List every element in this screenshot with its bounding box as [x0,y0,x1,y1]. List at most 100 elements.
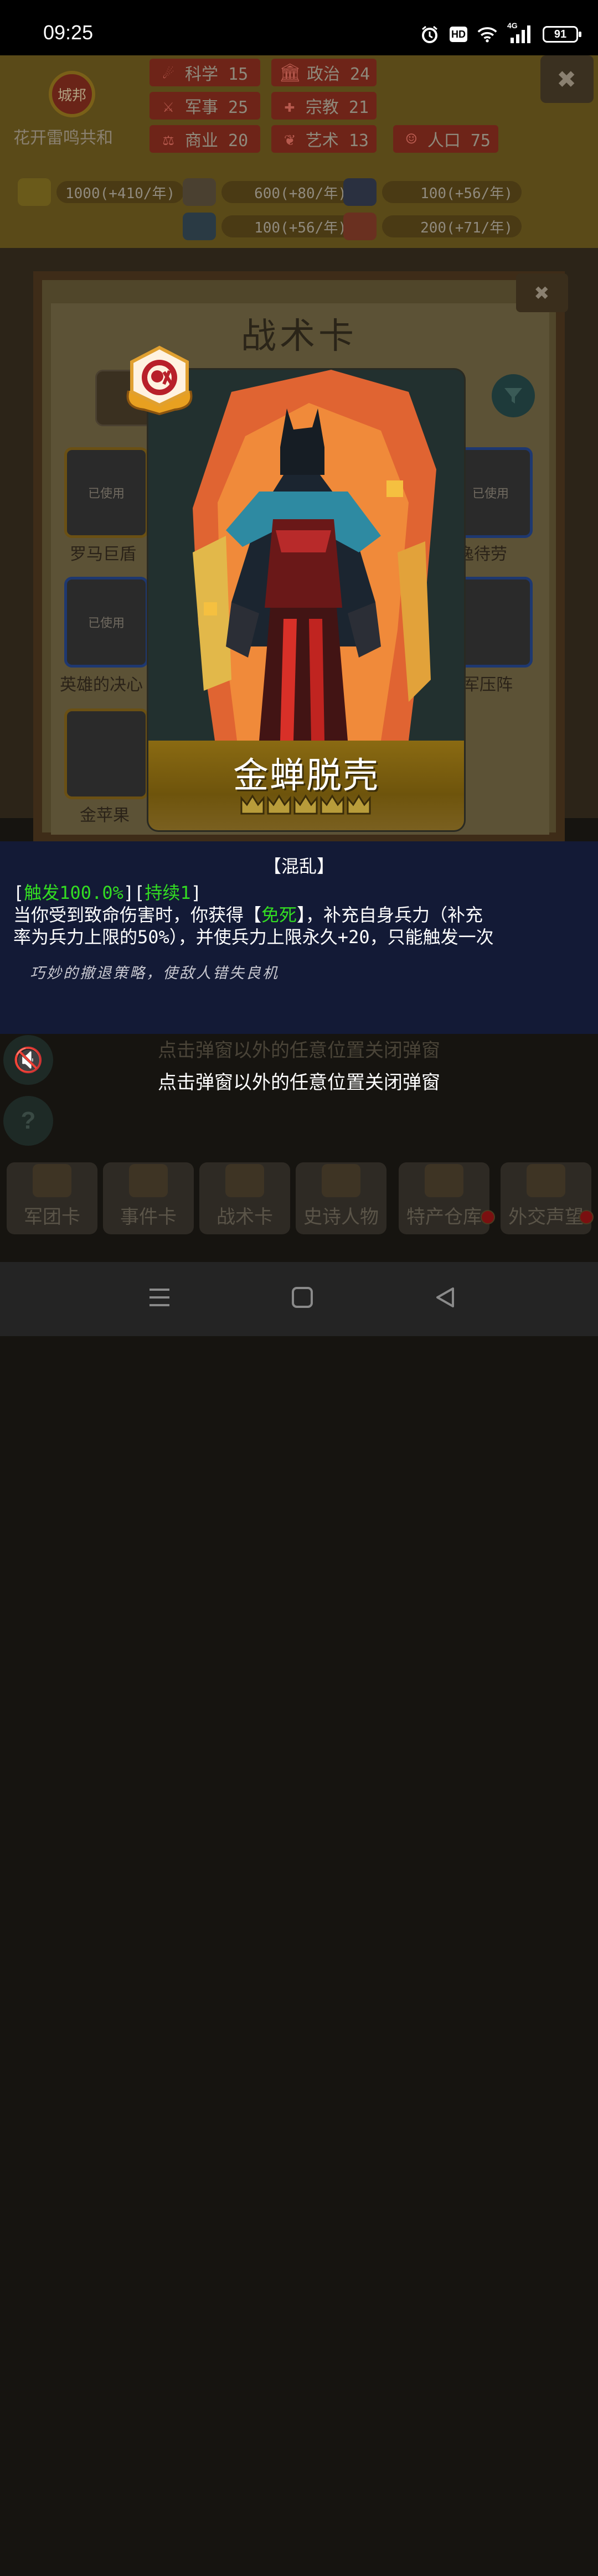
resource-gold: 1000(+410/年) [18,178,184,206]
stat-military: ⚔ 军事 25 [150,92,260,120]
bracket: ][ [123,882,145,903]
resource-meat-label: 200(+71/年) [420,219,513,236]
stat-art-label: 艺术 13 [305,131,369,151]
tab-legion-cards[interactable]: 军团卡 [7,1162,97,1234]
stat-religion: ✚ 宗教 21 [271,92,377,120]
resource-stone-label: 100(+56/年) [254,219,347,236]
tactic-card-popup: 金蝉脱壳 [148,370,464,830]
stat-politics: 🏛 政治 24 [271,59,377,86]
resource-wood-label: 600(+80/年) [254,185,347,202]
effect-text: 当你受到致命伤害时，你获得【 [13,904,262,925]
military-icon: ⚔ [163,95,174,116]
tab-epic-heroes[interactable]: 史诗人物 [296,1162,386,1234]
network-type: 4G [507,21,518,30]
slot-status: 已使用 [472,487,509,500]
battery-icon: 91 [543,26,581,43]
slot-label: 金苹果 [80,806,130,825]
notification-dot [481,1210,495,1224]
country-name: 花开雷鸣共和 [13,129,113,147]
alarm-clock-icon [420,24,440,44]
resource-meat: 200(+71/年) [343,213,522,240]
tab-specialty-storage[interactable]: 特产仓库 [399,1162,489,1234]
treasure-chest-icon [425,1164,463,1197]
meat-icon [343,213,377,240]
trigger-chance: 触发100.0% [24,882,123,903]
tab-label: 外交声望 [508,1207,584,1228]
close-hint[interactable]: 点击弹窗以外的任意位置关闭弹窗 [0,1067,598,1094]
resource-iron-label: 100(+56/年) [420,185,513,202]
tactic-slot-hero-resolve[interactable]: 已使用 [64,577,148,668]
tab-event-cards[interactable]: 事件卡 [103,1162,194,1234]
back-icon[interactable] [429,1281,462,1314]
status-bar: 09:25 HD 4G 91 [0,0,598,55]
close-hint-shadow: 点击弹窗以外的任意位置关闭弹窗 [158,1040,440,1061]
stat-science-label: 科学 15 [185,65,249,84]
panel-close-icon[interactable]: ✖ [516,273,568,312]
stone-icon [183,213,216,240]
battery-level: 91 [554,28,567,40]
effect-type-title: 【混乱】 [263,856,334,876]
gold-icon [18,178,51,206]
tab-tactics-cards[interactable]: 战术卡 [199,1162,290,1234]
panel-title: 战术卡 [241,317,357,356]
menu-icon[interactable] [143,2543,176,2576]
envelope-icon [527,1164,565,1197]
tactic-slot-roman-shield[interactable]: 已使用 [64,447,148,538]
slot-label: 英雄的决心 [60,676,143,694]
tab-label: 战术卡 [216,1207,273,1228]
tab-label: 军团卡 [24,1207,80,1228]
iron-icon [343,178,377,206]
tab-diplomacy[interactable]: 外交声望 [501,1162,591,1234]
slot-status: 已使用 [87,616,125,630]
slot-label: 罗马巨盾 [70,545,136,563]
bracket: [ [13,882,24,903]
stat-population-label: 人口 75 [427,131,491,151]
art-icon: ❦ [284,128,295,149]
flavor-text: 巧妙的撤退策略，使敌人错失良机 [30,965,279,981]
bracket: ] [190,882,202,903]
status-time: 09:25 [43,21,94,44]
tab-label: 特产仓库 [406,1207,482,1228]
stat-politics-label: 政治 24 [307,65,370,84]
scroll-icon [129,1164,168,1197]
duration: 持续1 [145,882,191,903]
card-name-band: 金蝉脱壳 [148,741,464,830]
effect-line-2: 率为兵力上限的50%），并使兵力上限永久+20，只能触发一次 [13,927,494,948]
rank-crowns-icon [240,794,371,815]
effect-text: 】，补充自身兵力（补充 [297,904,483,925]
stat-population: ☺ 人口 75 [393,125,498,153]
resource-stone: 100(+56/年) [183,213,355,240]
help-icon[interactable]: ? [3,1096,53,1146]
country-emblem[interactable]: 城邦 [33,71,111,126]
science-icon: ☄ [163,62,174,83]
population-icon: ☺ [406,128,417,149]
chaos-type-badge-icon [126,345,193,415]
cell-signal-icon: 4G [507,21,533,44]
tactic-slot-golden-apple[interactable] [64,708,148,799]
hd-badge: HD [450,27,467,42]
religion-icon: ✚ [284,95,295,116]
resource-iron: 100(+56/年) [343,178,522,206]
filter-icon[interactable] [492,374,535,417]
wood-icon [183,178,216,206]
card-name: 金蝉脱壳 [233,756,379,795]
wifi-icon [477,24,497,44]
helmet-icon [33,1164,71,1197]
stat-religion-label: 宗教 21 [305,98,369,117]
crown-icon [322,1164,360,1197]
card-artwork [148,370,464,741]
stat-commerce: ⚖ 商业 20 [150,125,260,153]
shield-icon: 城邦 [49,71,95,117]
resource-wood: 600(+80/年) [183,178,355,206]
recent-apps-icon[interactable] [143,1281,176,1314]
effect-keyword: 免死 [261,904,297,925]
crossed-swords-icon [225,1164,264,1197]
tab-label: 事件卡 [120,1207,177,1228]
commerce-icon: ⚖ [163,128,174,149]
close-icon[interactable]: ✖ [540,55,594,103]
stat-military-label: 军事 25 [185,98,249,117]
status-icons: HD 4G 91 [420,21,581,45]
home-icon[interactable] [286,1281,319,1314]
resource-gold-label: 1000(+410/年) [65,185,176,202]
stat-art: ❦ 艺术 13 [271,125,377,153]
